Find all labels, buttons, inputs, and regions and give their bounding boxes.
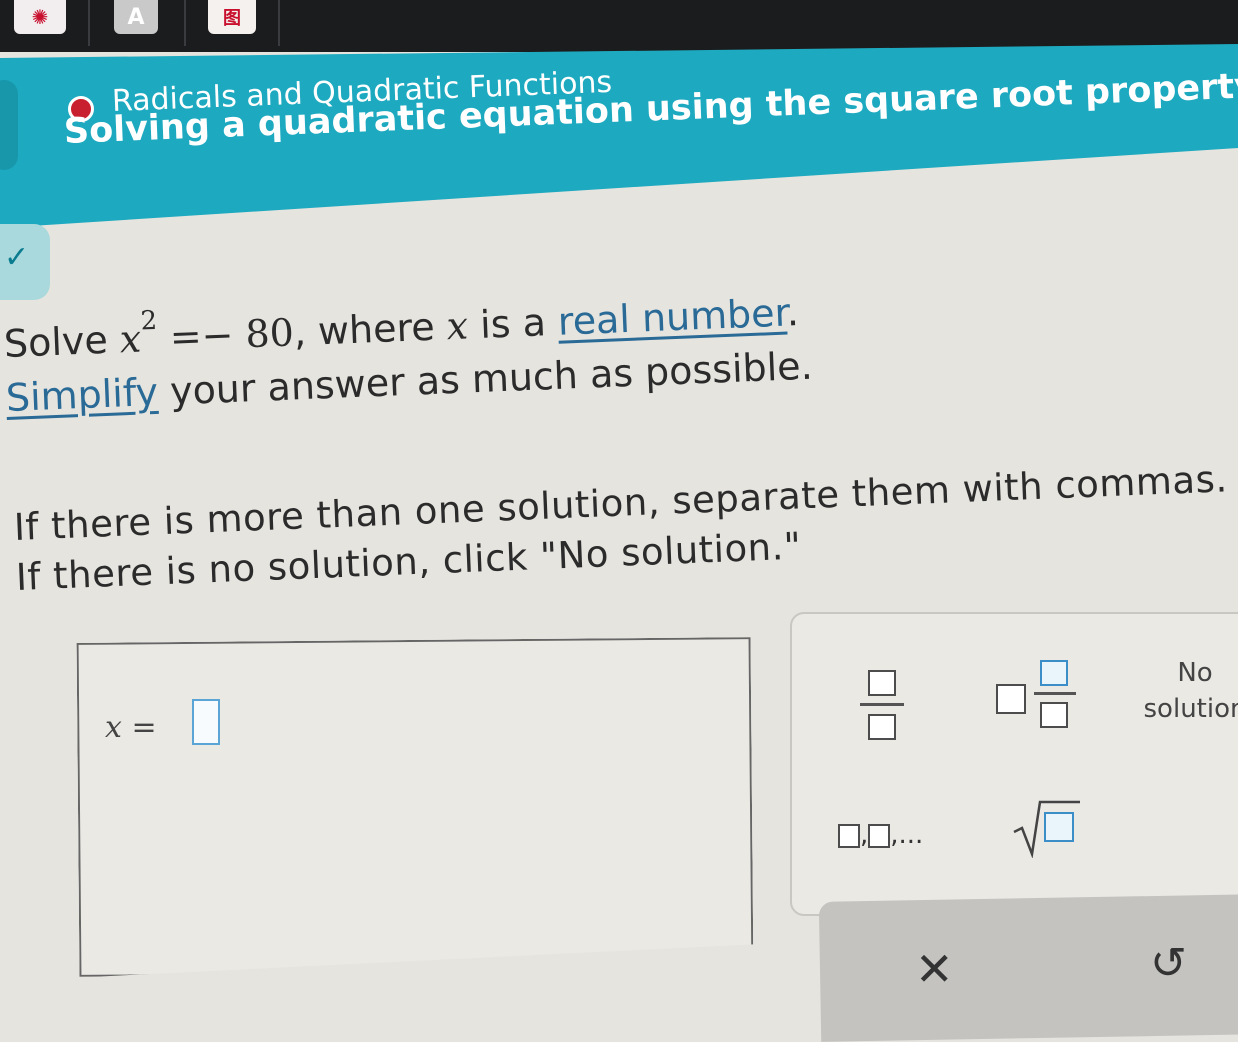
answer-label: x = xyxy=(105,710,157,745)
ellipsis-symbol: ,... xyxy=(890,820,924,850)
square-root-button[interactable] xyxy=(1012,796,1082,858)
radicand-box-icon xyxy=(1044,812,1074,842)
problem-text: Solve xyxy=(3,317,121,366)
browser-toolbar: ✺ A 图 xyxy=(0,0,1238,52)
equals-sign: = xyxy=(121,710,157,745)
simplify-link[interactable]: Simplify xyxy=(5,370,159,420)
whole-box-icon xyxy=(996,684,1026,714)
numerator-box-icon xyxy=(1040,660,1068,686)
list-box-icon xyxy=(868,823,891,848)
no-solution-button[interactable]: No solution xyxy=(1140,655,1238,727)
clear-button[interactable]: ✕ xyxy=(915,942,954,996)
list-button[interactable]: ,,... xyxy=(838,820,948,856)
no-solution-label: solution xyxy=(1143,694,1238,724)
denominator-box-icon xyxy=(868,714,896,740)
app-logo-icon[interactable]: ✺ xyxy=(14,0,66,34)
answer-input[interactable] xyxy=(192,699,220,745)
mixed-number-button[interactable] xyxy=(996,660,1080,732)
numerator-box-icon xyxy=(868,670,896,696)
dictionary-icon[interactable]: 图 xyxy=(208,0,256,34)
real-number-link[interactable]: real number xyxy=(557,291,788,344)
denominator-box-icon xyxy=(1040,702,1068,728)
no-solution-label: No xyxy=(1177,658,1213,688)
toolbar-divider xyxy=(184,0,186,46)
fraction-bar-icon xyxy=(1034,692,1076,695)
toolbar-divider xyxy=(88,0,90,46)
toolbar-divider xyxy=(278,0,280,46)
list-box-icon xyxy=(838,823,860,848)
math-variable: x xyxy=(118,316,143,362)
math-variable: x xyxy=(445,303,469,349)
problem-text: , where xyxy=(292,304,448,355)
math-rhs: =− 80 xyxy=(156,310,295,360)
problem-text: . xyxy=(785,290,800,335)
check-icon: ✓ xyxy=(4,240,30,275)
undo-button[interactable]: ↺ xyxy=(1150,938,1187,989)
expand-tab[interactable]: ✓ xyxy=(0,224,50,300)
problem-text: is a xyxy=(467,299,559,348)
side-menu-handle[interactable] xyxy=(0,80,18,170)
fraction-button[interactable] xyxy=(860,670,904,746)
font-a-icon[interactable]: A xyxy=(114,0,158,34)
answer-area[interactable] xyxy=(77,637,754,977)
math-variable: x xyxy=(105,710,122,745)
fraction-bar-icon xyxy=(860,703,904,706)
math-exponent: 2 xyxy=(139,305,158,337)
comma-symbol: , xyxy=(860,820,869,850)
